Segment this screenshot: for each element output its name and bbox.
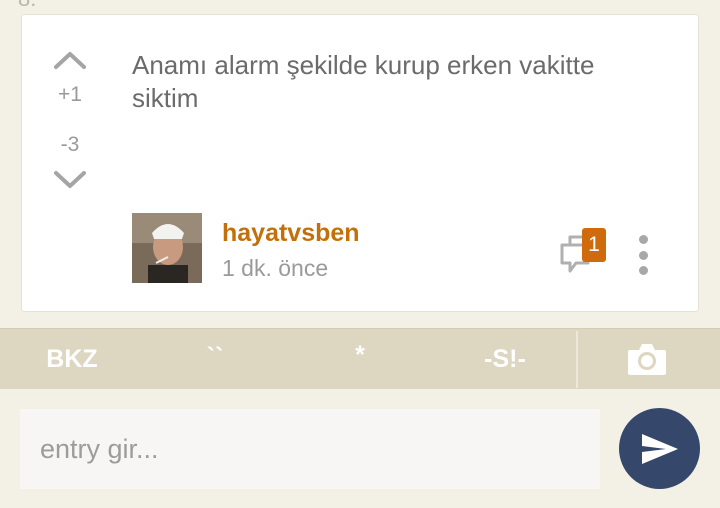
more-options-button[interactable] — [632, 235, 654, 275]
chevron-down-icon[interactable] — [52, 165, 88, 193]
avatar[interactable] — [132, 213, 202, 283]
send-button[interactable] — [619, 408, 700, 489]
format-toolbar: BKZ `` * -S!- — [0, 328, 720, 389]
bkz-button[interactable]: BKZ — [26, 329, 118, 390]
downvote-count: -3 — [60, 133, 80, 156]
entry-text: Anamı alarm şekilde kurup erken vakitte … — [132, 50, 595, 113]
comment-count-badge[interactable]: 1 — [582, 228, 606, 262]
entry-timestamp[interactable]: 1 dk. önce — [222, 255, 328, 282]
dot — [638, 250, 648, 260]
vote-column: +1 -3 — [50, 45, 90, 193]
toolbar-divider — [576, 331, 578, 388]
previous-entry-number: 8. — [18, 0, 36, 12]
asterisk-button[interactable]: * — [340, 329, 380, 390]
author-name[interactable]: hayatvsben — [222, 219, 360, 248]
entry-input[interactable] — [20, 409, 600, 489]
backtick-button[interactable]: `` — [190, 329, 240, 390]
chevron-up-icon[interactable] — [52, 45, 88, 73]
avatar-image — [132, 213, 202, 283]
dot — [638, 235, 648, 244]
upvote-count: +1 — [58, 83, 82, 106]
camera-icon[interactable] — [626, 340, 668, 378]
dot — [638, 266, 648, 275]
paper-plane-icon — [641, 433, 678, 464]
spoiler-button[interactable]: -S!- — [468, 329, 542, 390]
entry-card: +1 -3 Anamı alarm şekilde kurup erken va… — [21, 14, 699, 312]
